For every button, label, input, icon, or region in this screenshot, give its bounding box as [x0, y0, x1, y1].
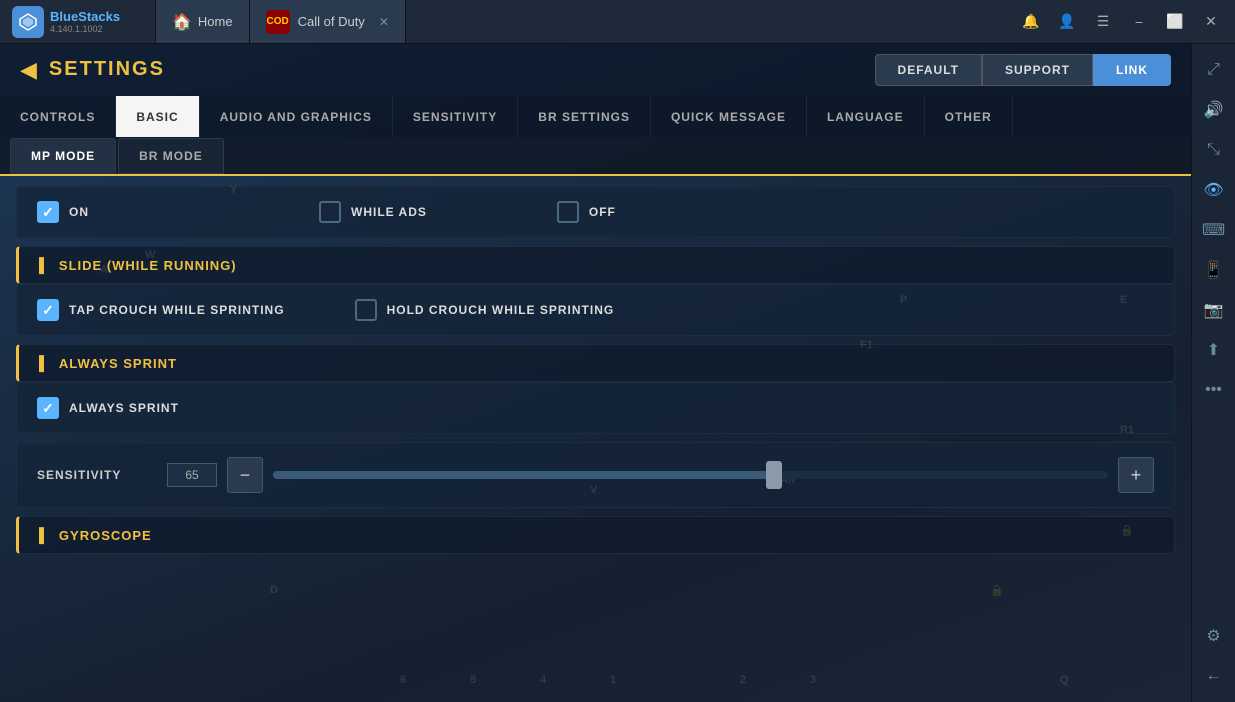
tab-other[interactable]: OTHER — [925, 96, 1013, 137]
camera-icon[interactable]: 📷 — [1196, 292, 1232, 328]
sensitivity-value: 65 — [167, 463, 217, 487]
sensitivity-label: SENSITIVITY — [37, 468, 157, 482]
tab-quick-message[interactable]: QUICK MESSAGE — [651, 96, 807, 137]
home-icon: 🏠 — [172, 12, 192, 32]
sprint-indicator: ▌ — [39, 355, 49, 371]
slider-track[interactable] — [273, 471, 1108, 479]
menu-btn[interactable]: ☰ — [1087, 6, 1119, 38]
brand-version: 4.140.1.1002 — [50, 24, 120, 34]
tap-crouch-label: TAP CROUCH WHILE SPRINTING — [69, 303, 285, 317]
tab-game-label: Call of Duty — [298, 14, 365, 29]
always-sprint-checkbox-item[interactable]: ✓ ALWAYS SPRINT — [37, 397, 179, 419]
link-btn[interactable]: LINK — [1093, 54, 1171, 86]
settings-icon[interactable]: ⚙ — [1196, 618, 1232, 654]
slider-thumb[interactable] — [766, 461, 782, 489]
gyro-indicator: ▌ — [39, 527, 49, 543]
while-ads-checkbox-item[interactable]: WHILE ADS — [319, 201, 427, 223]
titlebar: BlueStacks 4.140.1.1002 🏠 Home COD Call … — [0, 0, 1235, 44]
tab-close-icon[interactable]: ✕ — [379, 15, 389, 29]
header-buttons: DEFAULT SUPPORT LINK — [875, 54, 1171, 86]
volume-icon[interactable]: 🔊 — [1196, 92, 1232, 128]
sensitivity-row: SENSITIVITY 65 − + — [16, 442, 1175, 508]
hold-crouch-item[interactable]: HOLD CROUCH WHILE SPRINTING — [355, 299, 615, 321]
sub-tab-mp[interactable]: MP MODE — [10, 138, 116, 174]
tab-controls[interactable]: CONTROLS — [0, 96, 116, 137]
fit-screen-icon[interactable]: ⤡ — [1196, 132, 1232, 168]
slide-indicator: ▌ — [39, 257, 49, 273]
slider-minus-btn[interactable]: − — [227, 457, 263, 493]
always-sprint-checkbox[interactable]: ✓ — [37, 397, 59, 419]
main-content: Y W A P E F1 R1 Alt V 🔒 D 🔒 6 5 4 1 2 3 … — [0, 44, 1191, 702]
upload-icon[interactable]: ⬆ — [1196, 332, 1232, 368]
tab-audio-graphics[interactable]: AUDIO AND GRAPHICS — [200, 96, 393, 137]
sprint-check: ✓ — [42, 400, 54, 417]
tap-crouch-item[interactable]: ✓ TAP CROUCH WHILE SPRINTING — [37, 299, 285, 321]
tap-check: ✓ — [42, 302, 54, 319]
back-icon[interactable]: ← — [1196, 658, 1232, 694]
on-checkbox[interactable]: ✓ — [37, 201, 59, 223]
settings-title: SETTINGS — [49, 58, 875, 81]
tap-crouch-checkbox[interactable]: ✓ — [37, 299, 59, 321]
settings-content[interactable]: ✓ ON WHILE ADS OFF ▌ SLIDE (WHILE RUNNIN… — [0, 176, 1191, 702]
gyroscope-section-header: ▌ GYROSCOPE — [16, 516, 1175, 554]
bluestacks-logo — [12, 6, 44, 38]
gyroscope-title: GYROSCOPE — [59, 528, 152, 543]
slider-fill — [273, 471, 774, 479]
device-icon[interactable]: 📱 — [1196, 252, 1232, 288]
sub-tab-br[interactable]: BR MODE — [118, 138, 224, 174]
while-ads-checkbox[interactable] — [319, 201, 341, 223]
brand-text: BlueStacks 4.140.1.1002 — [50, 9, 120, 34]
back-arrow-btn[interactable]: ◀ — [20, 57, 37, 83]
always-sprint-row: ✓ ALWAYS SPRINT — [16, 382, 1175, 434]
while-ads-label: WHILE ADS — [351, 205, 427, 219]
main-tab-bar: CONTROLS BASIC AUDIO AND GRAPHICS SENSIT… — [0, 96, 1191, 138]
more-icon[interactable]: ••• — [1196, 372, 1232, 408]
always-sprint-section-header: ▌ ALWAYS SPRINT — [16, 344, 1175, 382]
settings-header: ◀ SETTINGS DEFAULT SUPPORT LINK — [0, 44, 1191, 96]
always-sprint-label: ALWAYS SPRINT — [69, 401, 179, 415]
titlebar-controls: 🔔 👤 ☰ − ⬜ ✕ — [1015, 6, 1235, 38]
hold-crouch-checkbox[interactable] — [355, 299, 377, 321]
account-btn[interactable]: 👤 — [1051, 6, 1083, 38]
on-while-ads-row: ✓ ON WHILE ADS OFF — [16, 186, 1175, 238]
notification-btn[interactable]: 🔔 — [1015, 6, 1047, 38]
keyboard-icon[interactable]: ⌨ — [1196, 212, 1232, 248]
tab-home-label: Home — [198, 14, 233, 29]
on-checkbox-item[interactable]: ✓ ON — [37, 201, 89, 223]
brand-area: BlueStacks 4.140.1.1002 — [0, 6, 155, 38]
default-btn[interactable]: DEFAULT — [875, 54, 982, 86]
right-sidebar: ⤢ 🔊 ⤡ 👁 ⌨ 📱 📷 ⬆ ••• ⚙ ← — [1191, 44, 1235, 702]
slide-title: SLIDE (WHILE RUNNING) — [59, 258, 237, 273]
tab-game[interactable]: COD Call of Duty ✕ — [250, 0, 406, 43]
tab-basic[interactable]: BASIC — [116, 96, 199, 137]
check-mark: ✓ — [42, 204, 54, 221]
expand-icon[interactable]: ⤢ — [1196, 52, 1232, 88]
off-checkbox-item[interactable]: OFF — [557, 201, 616, 223]
maximize-btn[interactable]: ⬜ — [1159, 6, 1191, 38]
on-label: ON — [69, 205, 89, 219]
slide-section-header: ▌ SLIDE (WHILE RUNNING) — [16, 246, 1175, 284]
sub-tab-bar: MP MODE BR MODE — [0, 138, 1191, 176]
hold-crouch-label: HOLD CROUCH WHILE SPRINTING — [387, 303, 615, 317]
minimize-btn[interactable]: − — [1123, 6, 1155, 38]
slide-options-row: ✓ TAP CROUCH WHILE SPRINTING HOLD CROUCH… — [16, 284, 1175, 336]
tab-home[interactable]: 🏠 Home — [155, 0, 250, 43]
off-checkbox[interactable] — [557, 201, 579, 223]
slider-plus-btn[interactable]: + — [1118, 457, 1154, 493]
always-sprint-title: ALWAYS SPRINT — [59, 356, 177, 371]
support-btn[interactable]: SUPPORT — [982, 54, 1093, 86]
brand-name: BlueStacks — [50, 9, 120, 24]
tab-sensitivity[interactable]: SENSITIVITY — [393, 96, 518, 137]
slider-container: SENSITIVITY 65 − + — [37, 457, 1154, 493]
tab-language[interactable]: LANGUAGE — [807, 96, 925, 137]
close-btn[interactable]: ✕ — [1195, 6, 1227, 38]
tab-br-settings[interactable]: BR SETTINGS — [518, 96, 651, 137]
eye-icon[interactable]: 👁 — [1196, 172, 1232, 208]
game-logo: COD — [266, 10, 290, 34]
off-label: OFF — [589, 205, 616, 219]
